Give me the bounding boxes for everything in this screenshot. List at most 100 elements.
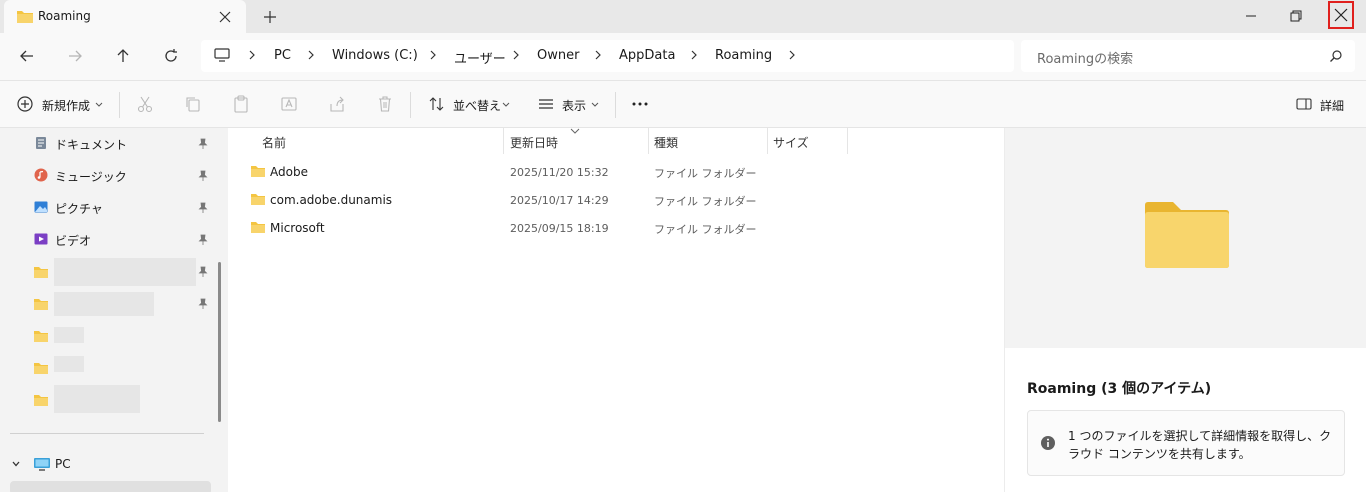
copy-icon[interactable] [184, 95, 202, 113]
breadcrumb-windows-c[interactable]: Windows (C:) [332, 48, 418, 63]
details-title: Roaming (3 個のアイテム) [1027, 381, 1212, 397]
folder-icon [251, 194, 265, 205]
sort-desc-icon [570, 128, 580, 134]
chevron-right-icon[interactable] [246, 48, 258, 62]
file-name[interactable]: Microsoft [270, 221, 325, 235]
folder-icon [17, 11, 33, 23]
sort-button[interactable]: 並べ替え [453, 97, 501, 114]
tab-title: Roaming [38, 9, 91, 23]
new-tab-icon[interactable] [258, 5, 282, 29]
forward-icon[interactable] [61, 42, 89, 70]
folder-icon [34, 395, 48, 406]
pin-icon[interactable] [197, 170, 209, 182]
folder-icon [251, 166, 265, 177]
breadcrumb-owner[interactable]: Owner [537, 48, 579, 63]
file-name[interactable]: com.adobe.dunamis [270, 193, 392, 207]
new-button[interactable]: 新規作成 [42, 97, 90, 114]
back-icon[interactable] [13, 42, 41, 70]
column-divider[interactable] [503, 128, 504, 154]
pictures-icon [34, 201, 48, 213]
file-type: ファイル フォルダー [654, 167, 757, 180]
rename-icon[interactable] [280, 95, 298, 113]
search-icon[interactable] [1329, 49, 1343, 63]
breadcrumb-roaming[interactable]: Roaming [715, 48, 772, 63]
file-date: 2025/09/15 18:19 [510, 222, 609, 235]
column-header-name[interactable]: 名前 [262, 134, 286, 151]
chevron-down-icon[interactable] [11, 459, 21, 469]
chevron-right-icon[interactable] [510, 48, 522, 62]
document-icon [36, 137, 46, 149]
chevron-right-icon[interactable] [786, 48, 798, 62]
details-pane-icon[interactable] [1295, 95, 1313, 113]
info-text: 1 つのファイルを選択して詳細情報を取得し、クラウド コンテンツを共有します。 [1068, 429, 1332, 461]
chevron-right-icon[interactable] [688, 48, 700, 62]
file-type: ファイル フォルダー [654, 195, 757, 208]
sort-icon[interactable] [428, 95, 446, 113]
pc-icon [34, 458, 50, 471]
folder-icon [34, 331, 48, 342]
toolbar-divider [615, 92, 616, 118]
more-options-icon[interactable] [631, 95, 649, 113]
chevron-right-icon[interactable] [592, 48, 604, 62]
nav-divider [10, 433, 204, 434]
nav-item-music[interactable]: ミュージック [55, 168, 127, 185]
column-divider[interactable] [648, 128, 649, 154]
address-bar[interactable] [201, 40, 1014, 72]
restore-icon[interactable] [1283, 4, 1309, 28]
column-header-type[interactable]: 種類 [654, 134, 678, 151]
chevron-right-icon[interactable] [427, 48, 439, 62]
share-icon[interactable] [328, 95, 346, 113]
nav-scrollbar[interactable] [218, 262, 221, 422]
nav-item-windows-c[interactable] [10, 481, 211, 492]
folder-icon [251, 222, 265, 233]
search-input[interactable]: Roamingの検索 [1037, 48, 1133, 67]
file-date: 2025/10/17 14:29 [510, 194, 609, 207]
view-icon[interactable] [537, 95, 555, 113]
toolbar-divider [410, 92, 411, 118]
column-header-size[interactable]: サイズ [773, 134, 809, 151]
folder-icon [34, 299, 48, 310]
nav-item-pictures[interactable]: ピクチャ [55, 200, 103, 217]
column-divider[interactable] [847, 128, 848, 154]
nav-item-documents[interactable]: ドキュメント [55, 136, 127, 153]
minimize-icon[interactable] [1238, 4, 1264, 28]
up-icon[interactable] [109, 42, 137, 70]
chevron-right-icon[interactable] [305, 48, 317, 62]
file-type: ファイル フォルダー [654, 223, 757, 236]
refresh-icon[interactable] [157, 42, 185, 70]
pin-icon[interactable] [197, 266, 209, 278]
video-icon [34, 233, 48, 245]
pin-icon[interactable] [197, 234, 209, 246]
nav-item-redacted[interactable] [54, 292, 154, 316]
nav-item-redacted[interactable] [54, 327, 84, 343]
pin-icon[interactable] [197, 138, 209, 150]
chevron-down-icon[interactable] [95, 102, 103, 108]
large-folder-icon [1145, 202, 1229, 268]
view-button[interactable]: 表示 [562, 97, 586, 114]
breadcrumb-appdata[interactable]: AppData [619, 48, 675, 63]
nav-item-redacted[interactable] [54, 356, 84, 372]
pin-icon[interactable] [197, 202, 209, 214]
paste-icon[interactable] [232, 95, 250, 113]
details-button[interactable]: 詳細 [1320, 97, 1344, 114]
new-icon[interactable] [16, 95, 34, 113]
cut-icon[interactable] [136, 95, 154, 113]
nav-item-pc[interactable]: PC [55, 457, 71, 471]
nav-item-redacted[interactable] [54, 258, 196, 286]
file-name[interactable]: Adobe [270, 165, 308, 179]
column-divider[interactable] [767, 128, 768, 154]
delete-icon[interactable] [376, 95, 394, 113]
command-bar [0, 80, 1366, 128]
nav-item-redacted[interactable] [54, 385, 140, 413]
column-header-date[interactable]: 更新日時 [510, 134, 558, 151]
chevron-down-icon[interactable] [502, 102, 510, 108]
breadcrumb-pc[interactable]: PC [274, 48, 291, 63]
pin-icon[interactable] [197, 298, 209, 310]
chevron-down-icon[interactable] [591, 102, 599, 108]
close-window-icon[interactable] [1328, 1, 1354, 29]
breadcrumb-users[interactable]: ユーザー [454, 48, 506, 67]
nav-item-videos[interactable]: ビデオ [55, 232, 91, 249]
tab-close-icon[interactable] [214, 6, 236, 28]
info-icon [1041, 436, 1055, 450]
file-date: 2025/11/20 15:32 [510, 166, 609, 179]
